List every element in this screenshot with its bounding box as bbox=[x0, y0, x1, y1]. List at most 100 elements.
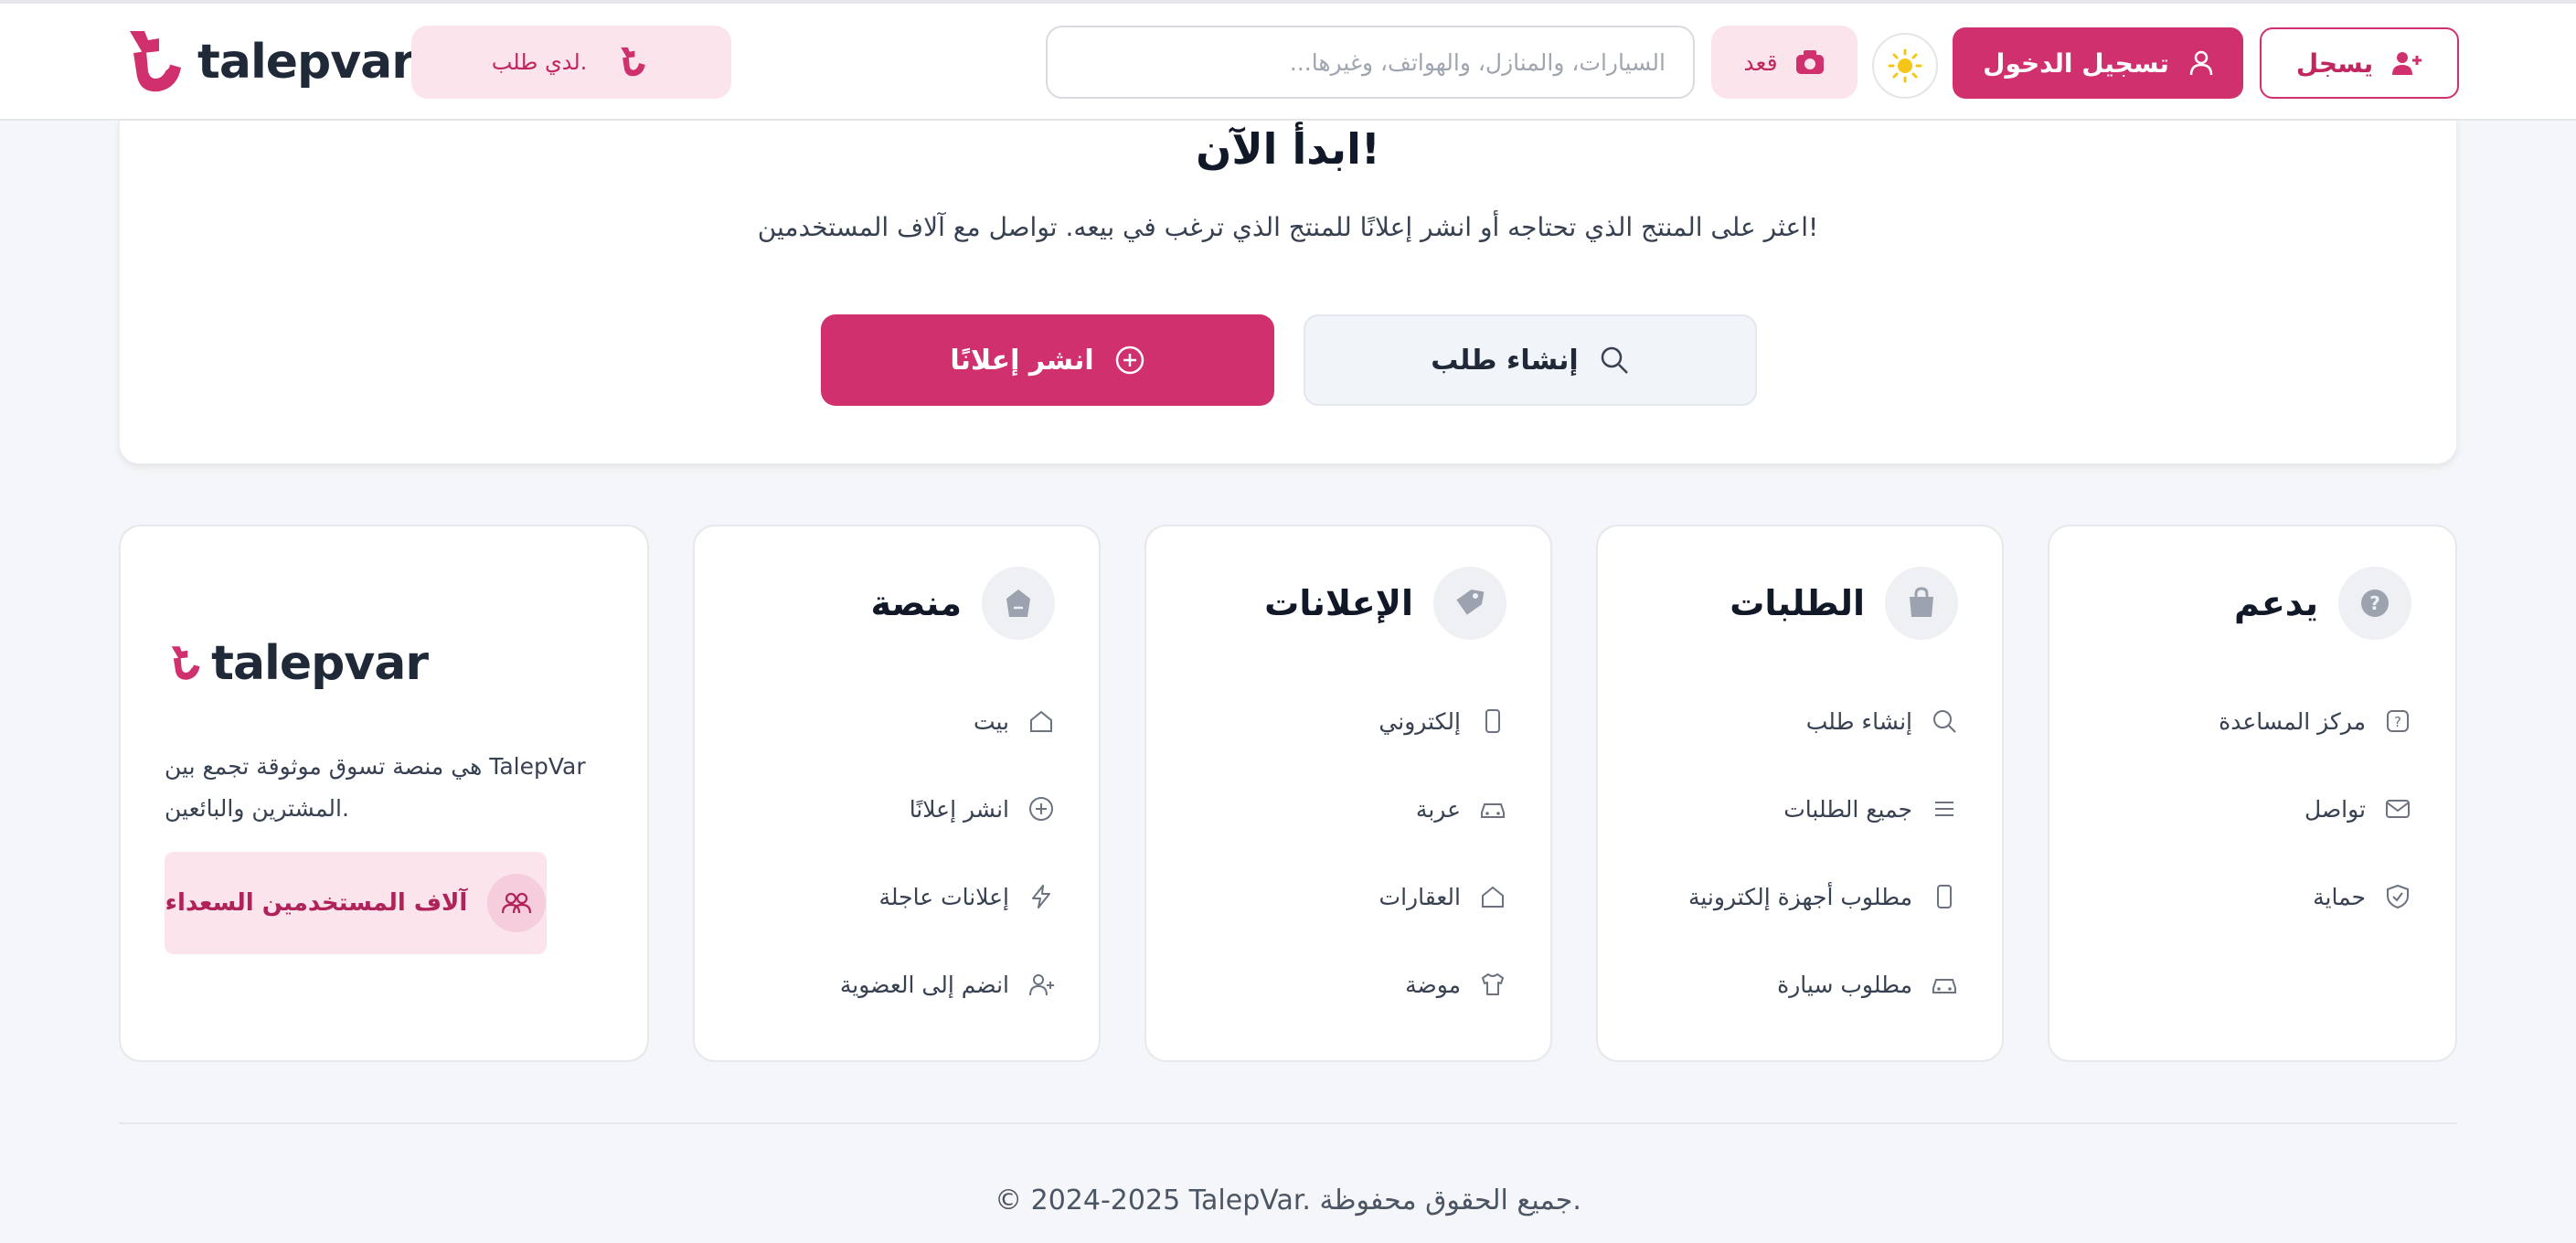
link-label: انشر إعلانًا bbox=[909, 795, 1009, 823]
user-plus-icon bbox=[2392, 52, 2422, 75]
requests-links: إنشاء طلب جميع الطلبات مطلوب أجهزة إلكتر… bbox=[1688, 706, 1958, 1000]
link-publish-ad[interactable]: انشر إعلانًا bbox=[840, 793, 1055, 824]
login-label: تسجيل الدخول bbox=[1983, 48, 2169, 79]
have-request-button[interactable]: لدي طلب. bbox=[411, 26, 731, 99]
user-plus-icon bbox=[1029, 974, 1054, 996]
support-title: يدعم bbox=[2234, 583, 2318, 623]
hero-section: ابدأ الآن! اعثر على المنتج الذي تحتاجه أ… bbox=[119, 121, 2457, 464]
link-label: إنشاء طلب bbox=[1805, 707, 1912, 735]
platform-title: منصة bbox=[870, 583, 962, 623]
logo-mark-icon bbox=[621, 47, 646, 77]
logo-mark-icon bbox=[130, 31, 181, 92]
publish-ad-button[interactable]: انشر إعلانًا bbox=[821, 314, 1274, 406]
link-label: مطلوب أجهزة إلكترونية bbox=[1687, 883, 1912, 910]
requests-card-header: الطلبات bbox=[1730, 567, 1958, 640]
site-header: talepvar لدي طلب. ...السيارات، والمنازل،… bbox=[0, 4, 2576, 121]
link-urgent-ads[interactable]: إعلانات عاجلة bbox=[840, 881, 1055, 912]
link-label: جميع الطلبات bbox=[1783, 795, 1912, 823]
link-protection[interactable]: حماية bbox=[2219, 881, 2411, 912]
support-links: ? مركز المساعدة تواصل حماية bbox=[2219, 706, 2411, 912]
link-label: انضم إلى العضوية bbox=[839, 971, 1009, 998]
link-label: إعلانات عاجلة bbox=[878, 883, 1009, 910]
camera-button-label: قعد bbox=[1743, 48, 1778, 76]
platform-card-header: منصة bbox=[870, 567, 1055, 640]
camera-button[interactable]: قعد bbox=[1711, 26, 1857, 99]
link-label: عربة bbox=[1415, 795, 1461, 823]
search-icon bbox=[1601, 346, 1628, 374]
link-fashion[interactable]: موضة bbox=[1378, 969, 1506, 1000]
car-icon bbox=[1932, 979, 1956, 993]
home-icon bbox=[1482, 886, 1504, 908]
help-circle-icon: ? bbox=[2338, 567, 2411, 640]
home-icon bbox=[1030, 710, 1052, 732]
create-request-label: إنشاء طلب bbox=[1431, 344, 1579, 377]
link-label: إلكتروني bbox=[1378, 707, 1461, 735]
bolt-icon bbox=[1032, 885, 1050, 908]
link-join-membership[interactable]: انضم إلى العضوية bbox=[840, 969, 1055, 1000]
shirt-icon bbox=[1482, 973, 1504, 995]
support-card: يدعم ? ? مركز المساعدة تواصل حماية bbox=[2048, 525, 2457, 1062]
sun-icon bbox=[1888, 48, 1922, 83]
search-placeholder: ...السيارات، والمنازل، والهواتف، وغيرها bbox=[1289, 48, 1666, 76]
requests-card: الطلبات إنشاء طلب جميع الطلبات مطلوب أجه… bbox=[1596, 525, 2004, 1062]
shopping-bag-icon bbox=[982, 567, 1055, 640]
brand-description: هي منصة تسوق موثوقة تجمع بين TalepVar ال… bbox=[165, 753, 586, 822]
link-contact[interactable]: تواصل bbox=[2219, 793, 2411, 824]
link-home[interactable]: بيت bbox=[840, 706, 1055, 737]
link-real-estate[interactable]: العقارات bbox=[1378, 881, 1506, 912]
happy-users-badge: آلاف المستخدمين السعداء bbox=[165, 852, 547, 954]
car-icon bbox=[1481, 803, 1505, 818]
link-electronics[interactable]: إلكتروني bbox=[1378, 706, 1506, 737]
logo-text: talepvar bbox=[197, 35, 415, 90]
requests-title: الطلبات bbox=[1730, 583, 1865, 623]
user-icon bbox=[2189, 50, 2213, 76]
phone-icon bbox=[1937, 885, 1952, 908]
plus-circle-icon bbox=[1115, 345, 1144, 375]
copyright-text: © 2024-2025 TalepVar. جميع الحقوق محفوظة… bbox=[995, 1185, 1581, 1216]
signup-label: يسجل bbox=[2295, 48, 2374, 79]
plus-circle-icon bbox=[1029, 797, 1053, 821]
svg-text:?: ? bbox=[2369, 592, 2380, 614]
footer-logo[interactable]: talepvar bbox=[165, 629, 429, 698]
link-wanted-car[interactable]: مطلوب سيارة bbox=[1688, 969, 1958, 1000]
signup-button[interactable]: يسجل bbox=[2260, 27, 2459, 99]
ads-card: الإعلانات إلكتروني عربة العقارات موضة bbox=[1144, 525, 1552, 1062]
search-icon bbox=[1933, 710, 1956, 733]
link-all-requests[interactable]: جميع الطلبات bbox=[1688, 793, 1958, 824]
happy-users-label: آلاف المستخدمين السعداء bbox=[165, 889, 468, 917]
link-label: تواصل bbox=[2305, 795, 2366, 823]
link-label: مركز المساعدة bbox=[2219, 707, 2366, 735]
shield-check-icon bbox=[2387, 884, 2409, 909]
shopping-bag-icon bbox=[1885, 567, 1958, 640]
platform-card: منصة بيت انشر إعلانًا إعلانات عاجلة انضم… bbox=[693, 525, 1101, 1062]
link-wanted-electronics[interactable]: مطلوب أجهزة إلكترونية bbox=[1688, 881, 1958, 912]
create-request-button[interactable]: إنشاء طلب bbox=[1304, 314, 1757, 406]
publish-ad-label: انشر إعلانًا bbox=[950, 344, 1094, 377]
ads-card-header: الإعلانات bbox=[1264, 567, 1506, 640]
support-card-header: يدعم ? bbox=[2234, 567, 2411, 640]
list-icon bbox=[1935, 802, 1953, 816]
link-vehicle[interactable]: عربة bbox=[1378, 793, 1506, 824]
logo-text: talepvar bbox=[211, 636, 429, 691]
brand-card: talepvar هي منصة تسوق موثوقة تجمع بين Ta… bbox=[119, 525, 649, 1062]
footer-divider bbox=[119, 1122, 2457, 1124]
platform-links: بيت انشر إعلانًا إعلانات عاجلة انضم إلى … bbox=[840, 706, 1055, 1000]
theme-toggle-button[interactable] bbox=[1872, 33, 1938, 99]
link-create-request[interactable]: إنشاء طلب bbox=[1688, 706, 1958, 737]
link-label: حماية bbox=[2313, 883, 2366, 910]
link-label: موضة bbox=[1405, 971, 1461, 998]
ads-links: إلكتروني عربة العقارات موضة bbox=[1378, 706, 1506, 1000]
login-button[interactable]: تسجيل الدخول bbox=[1953, 27, 2243, 99]
svg-text:?: ? bbox=[2394, 714, 2401, 730]
link-help-center[interactable]: ? مركز المساعدة bbox=[2219, 706, 2411, 737]
tag-icon bbox=[1433, 567, 1506, 640]
header-logo[interactable]: talepvar bbox=[117, 27, 415, 97]
link-label: مطلوب سيارة bbox=[1777, 971, 1912, 998]
help-circle-icon: ? bbox=[2387, 710, 2409, 732]
users-icon bbox=[487, 874, 547, 932]
link-label: بيت bbox=[973, 707, 1009, 735]
mail-icon bbox=[2386, 800, 2410, 818]
search-input[interactable]: ...السيارات، والمنازل، والهواتف، وغيرها bbox=[1046, 26, 1695, 99]
logo-mark-icon bbox=[171, 646, 200, 680]
ads-title: الإعلانات bbox=[1264, 583, 1413, 623]
